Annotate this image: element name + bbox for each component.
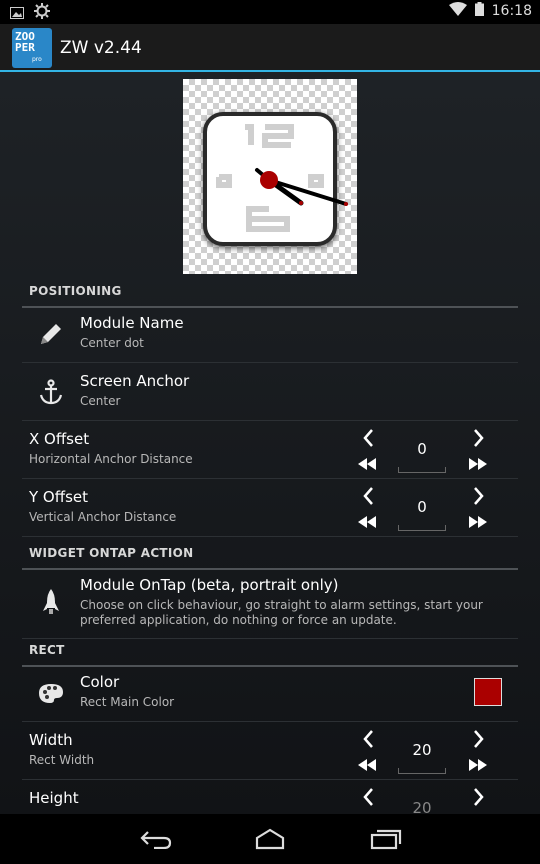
navigation-bar (0, 814, 540, 864)
section-widget-ontap: WIDGET ONTAP ACTION (22, 546, 518, 570)
logo-text-bottom: PER (15, 41, 35, 54)
settings-notification-icon (34, 3, 50, 23)
decrement-chevron-icon[interactable] (358, 485, 380, 507)
status-bar: 16:18 (0, 0, 540, 24)
section-positioning-label: POSITIONING (29, 284, 122, 298)
height-title: Height (29, 789, 79, 807)
x-offset-title: X Offset (29, 430, 90, 448)
widget-preview (183, 79, 357, 274)
y-offset-title: Y Offset (29, 488, 88, 506)
module-name-title: Module Name (80, 314, 184, 332)
clock-time: 16:18 (491, 3, 532, 19)
settings-list[interactable]: POSITIONING Module Name Center dot Scree… (0, 72, 540, 814)
increment-chevron-icon[interactable] (467, 786, 489, 808)
increment-chevron-icon[interactable] (467, 427, 489, 449)
width-stepper: 20 (358, 728, 498, 776)
color-swatch[interactable] (474, 678, 502, 706)
section-positioning: POSITIONING (22, 284, 518, 308)
x-offset-value[interactable]: 0 (398, 440, 446, 458)
width-subtitle: Rect Width (29, 753, 95, 767)
app-title: ZW v2.44 (60, 38, 142, 58)
width-value[interactable]: 20 (398, 741, 446, 759)
recent-apps-icon[interactable] (370, 828, 402, 854)
decrement-chevron-icon[interactable] (358, 728, 380, 750)
fast-increment-icon[interactable] (467, 757, 489, 779)
clock-preview-graphic (203, 112, 348, 246)
row-height: Height 20 (22, 780, 518, 814)
fast-decrement-icon[interactable] (356, 514, 378, 536)
app-logo-icon[interactable]: ZOO PER pro (12, 28, 52, 68)
height-stepper: 20 (358, 786, 498, 814)
fast-decrement-icon[interactable] (356, 456, 378, 478)
image-notification-icon (10, 4, 24, 23)
width-value-underline (398, 768, 446, 774)
y-offset-value[interactable]: 0 (398, 498, 446, 516)
pencil-icon (36, 319, 66, 349)
color-title: Color (80, 673, 120, 691)
fast-increment-icon[interactable] (467, 456, 489, 478)
y-offset-subtitle: Vertical Anchor Distance (29, 510, 177, 524)
row-color[interactable]: Color Rect Main Color (22, 664, 518, 722)
screen-anchor-value: Center (80, 394, 121, 408)
increment-chevron-icon[interactable] (467, 728, 489, 750)
row-screen-anchor[interactable]: Screen Anchor Center (22, 363, 518, 421)
section-rect: RECT (22, 643, 518, 667)
section-rect-label: RECT (29, 643, 65, 657)
wifi-icon (448, 2, 467, 20)
module-ontap-description: Choose on click behaviour, go straight t… (80, 598, 483, 627)
logo-text-sub: pro (32, 56, 42, 63)
row-y-offset: Y Offset Vertical Anchor Distance 0 (22, 479, 518, 537)
anchor-icon (36, 377, 66, 407)
module-name-value: Center dot (80, 336, 144, 350)
row-x-offset: X Offset Horizontal Anchor Distance 0 (22, 421, 518, 479)
fast-decrement-icon[interactable] (356, 757, 378, 779)
battery-icon (474, 2, 484, 20)
section-widget-ontap-label: WIDGET ONTAP ACTION (29, 546, 194, 560)
rocket-icon (36, 587, 66, 617)
x-offset-value-underline (398, 467, 446, 473)
y-offset-value-underline (398, 525, 446, 531)
row-width: Width Rect Width 20 (22, 722, 518, 780)
action-bar: ZOO PER pro ZW v2.44 (0, 24, 540, 72)
module-ontap-title: Module OnTap (beta, portrait only) (80, 576, 339, 594)
x-offset-stepper: 0 (358, 427, 498, 475)
fast-increment-icon[interactable] (467, 514, 489, 536)
increment-chevron-icon[interactable] (467, 485, 489, 507)
x-offset-subtitle: Horizontal Anchor Distance (29, 452, 193, 466)
row-module-ontap[interactable]: Module OnTap (beta, portrait only) Choos… (22, 567, 518, 639)
screen-anchor-title: Screen Anchor (80, 372, 190, 390)
decrement-chevron-icon[interactable] (358, 427, 380, 449)
back-icon[interactable] (140, 829, 172, 853)
height-value[interactable]: 20 (398, 799, 446, 814)
decrement-chevron-icon[interactable] (358, 786, 380, 808)
color-subtitle: Rect Main Color (80, 695, 175, 709)
width-title: Width (29, 731, 73, 749)
y-offset-stepper: 0 (358, 485, 498, 533)
row-module-name[interactable]: Module Name Center dot (22, 305, 518, 363)
home-icon[interactable] (254, 828, 286, 854)
palette-icon (36, 678, 66, 708)
